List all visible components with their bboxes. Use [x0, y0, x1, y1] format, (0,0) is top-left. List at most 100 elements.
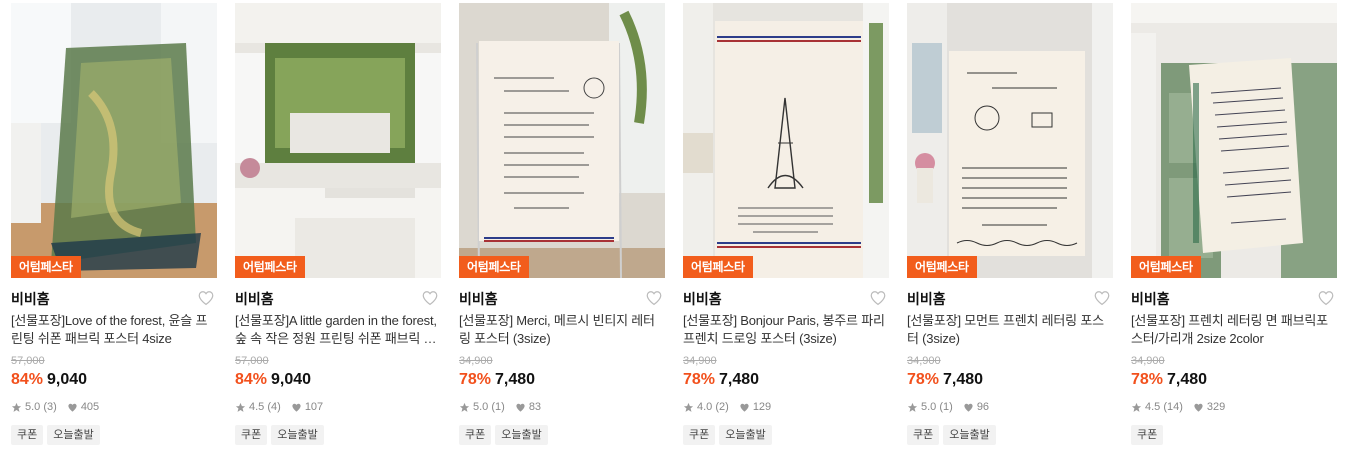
- like-count: 96: [976, 401, 990, 413]
- likes-heart-icon: [740, 403, 749, 412]
- discount-rate: 78%: [1131, 371, 1164, 388]
- product-card[interactable]: 어텀페스타 비비홈 [선물포장] Bonjour Paris, 봉주르 파리 프…: [683, 3, 889, 473]
- star-icon: [1131, 402, 1142, 412]
- event-badge: 어텀페스타: [235, 256, 305, 278]
- rating: 4.5: [249, 401, 265, 413]
- original-price: 34,900: [459, 355, 493, 367]
- event-badge: 어텀페스타: [907, 256, 977, 278]
- coupon-tag[interactable]: 쿠폰: [11, 425, 44, 445]
- product-card[interactable]: 어텀페스타 비비홈 [선물포장] 모먼트 프렌치 레터링 포스터 (3size)…: [907, 3, 1113, 473]
- product-title[interactable]: [선물포장]Love of the forest, 윤슬 프린팅 쉬폰 패브릭 …: [11, 312, 217, 348]
- shop-name[interactable]: 비비홈: [459, 288, 665, 310]
- same-day-shipping-tag[interactable]: 오늘출발: [495, 425, 548, 445]
- event-badge: 어텀페스타: [683, 256, 753, 278]
- product-card[interactable]: 어텀페스타 비비홈 [선물포장] 프렌치 레터링 면 패브릭포스터/가리개 2s…: [1131, 3, 1337, 473]
- shop-name[interactable]: 비비홈: [683, 288, 889, 310]
- discount-rate: 78%: [683, 371, 716, 388]
- rating: 5.0: [25, 401, 41, 413]
- product-card[interactable]: 어텀페스타 비비홈 [선물포장]A little garden in the f…: [235, 3, 441, 473]
- garden-poster-image: [235, 3, 441, 278]
- event-badge: 어텀페스타: [459, 256, 529, 278]
- star-icon: [235, 402, 246, 412]
- coupon-tag[interactable]: 쿠폰: [907, 425, 940, 445]
- heart-icon[interactable]: [869, 289, 887, 307]
- coupon-tag[interactable]: 쿠폰: [235, 425, 268, 445]
- likes-heart-icon: [292, 403, 301, 412]
- sale-price: 9,040: [271, 371, 312, 388]
- product-grid: 어텀페스타 비비홈 [선물포장]Love of the forest, 윤슬 프…: [0, 0, 1345, 476]
- product-image[interactable]: 어텀페스타: [907, 3, 1113, 278]
- shop-name[interactable]: 비비홈: [1131, 288, 1337, 310]
- merci-lettering-poster-image: [459, 3, 665, 278]
- review-count: (1): [491, 401, 505, 413]
- likes-heart-icon: [964, 403, 973, 412]
- star-icon: [683, 402, 694, 412]
- forest-chiffon-poster-image: [11, 3, 217, 278]
- discount-rate: 84%: [235, 371, 268, 388]
- product-image[interactable]: 어텀페스타: [459, 3, 665, 278]
- rating: 4.0: [697, 401, 713, 413]
- coupon-tag[interactable]: 쿠폰: [1131, 425, 1164, 445]
- like-count: 129: [752, 401, 772, 413]
- star-icon: [459, 402, 470, 412]
- same-day-shipping-tag[interactable]: 오늘출발: [47, 425, 100, 445]
- product-image[interactable]: 어텀페스타: [11, 3, 217, 278]
- bonjour-paris-poster-image: [683, 3, 889, 278]
- like-count: 329: [1206, 401, 1226, 413]
- heart-icon[interactable]: [1317, 289, 1335, 307]
- star-icon: [907, 402, 918, 412]
- product-card[interactable]: 어텀페스타 비비홈 [선물포장]Love of the forest, 윤슬 프…: [11, 3, 217, 473]
- moment-lettering-poster-image: [907, 3, 1113, 278]
- discount-rate: 78%: [907, 371, 940, 388]
- same-day-shipping-tag[interactable]: 오늘출발: [943, 425, 996, 445]
- product-card[interactable]: 어텀페스타 비비홈 [선물포장] Merci, 메르시 빈티지 레터링 포스터 …: [459, 3, 665, 473]
- event-badge: 어텀페스타: [1131, 256, 1201, 278]
- heart-icon[interactable]: [645, 289, 663, 307]
- product-title[interactable]: [선물포장] 프렌치 레터링 면 패브릭포스터/가리개 2size 2color: [1131, 312, 1337, 348]
- shop-name[interactable]: 비비홈: [235, 288, 441, 310]
- original-price: 57,000: [235, 355, 269, 367]
- product-title[interactable]: [선물포장]A little garden in the forest, 숲 속…: [235, 312, 441, 348]
- event-badge: 어텀페스타: [11, 256, 81, 278]
- likes-heart-icon: [68, 403, 77, 412]
- shop-name[interactable]: 비비홈: [907, 288, 1113, 310]
- review-count: (1): [939, 401, 953, 413]
- likes-heart-icon: [1194, 403, 1203, 412]
- original-price: 34,900: [907, 355, 941, 367]
- review-count: (2): [715, 401, 729, 413]
- rating: 5.0: [921, 401, 937, 413]
- like-count: 405: [80, 401, 100, 413]
- star-icon: [11, 402, 22, 412]
- heart-icon[interactable]: [197, 289, 215, 307]
- product-title[interactable]: [선물포장] Bonjour Paris, 봉주르 파리 프렌치 드로잉 포스터…: [683, 312, 889, 348]
- original-price: 57,000: [11, 355, 45, 367]
- shop-name[interactable]: 비비홈: [11, 288, 217, 310]
- sale-price: 7,480: [1167, 371, 1208, 388]
- review-count: (14): [1163, 401, 1183, 413]
- sale-price: 7,480: [495, 371, 536, 388]
- review-count: (3): [43, 401, 57, 413]
- review-count: (4): [267, 401, 281, 413]
- product-image[interactable]: 어텀페스타: [1131, 3, 1337, 278]
- product-image[interactable]: 어텀페스타: [683, 3, 889, 278]
- coupon-tag[interactable]: 쿠폰: [459, 425, 492, 445]
- original-price: 34,900: [1131, 355, 1165, 367]
- original-price: 34,900: [683, 355, 717, 367]
- product-title[interactable]: [선물포장] 모먼트 프렌치 레터링 포스터 (3size): [907, 312, 1113, 348]
- like-count: 107: [304, 401, 324, 413]
- sale-price: 9,040: [47, 371, 88, 388]
- sale-price: 7,480: [943, 371, 984, 388]
- heart-icon[interactable]: [421, 289, 439, 307]
- product-image[interactable]: 어텀페스타: [235, 3, 441, 278]
- discount-rate: 78%: [459, 371, 492, 388]
- heart-icon[interactable]: [1093, 289, 1111, 307]
- sale-price: 7,480: [719, 371, 760, 388]
- product-title[interactable]: [선물포장] Merci, 메르시 빈티지 레터링 포스터 (3size): [459, 312, 665, 348]
- french-lettering-fabric-image: [1131, 3, 1337, 278]
- same-day-shipping-tag[interactable]: 오늘출발: [271, 425, 324, 445]
- rating: 5.0: [473, 401, 489, 413]
- discount-rate: 84%: [11, 371, 44, 388]
- rating: 4.5: [1145, 401, 1161, 413]
- same-day-shipping-tag[interactable]: 오늘출발: [719, 425, 772, 445]
- coupon-tag[interactable]: 쿠폰: [683, 425, 716, 445]
